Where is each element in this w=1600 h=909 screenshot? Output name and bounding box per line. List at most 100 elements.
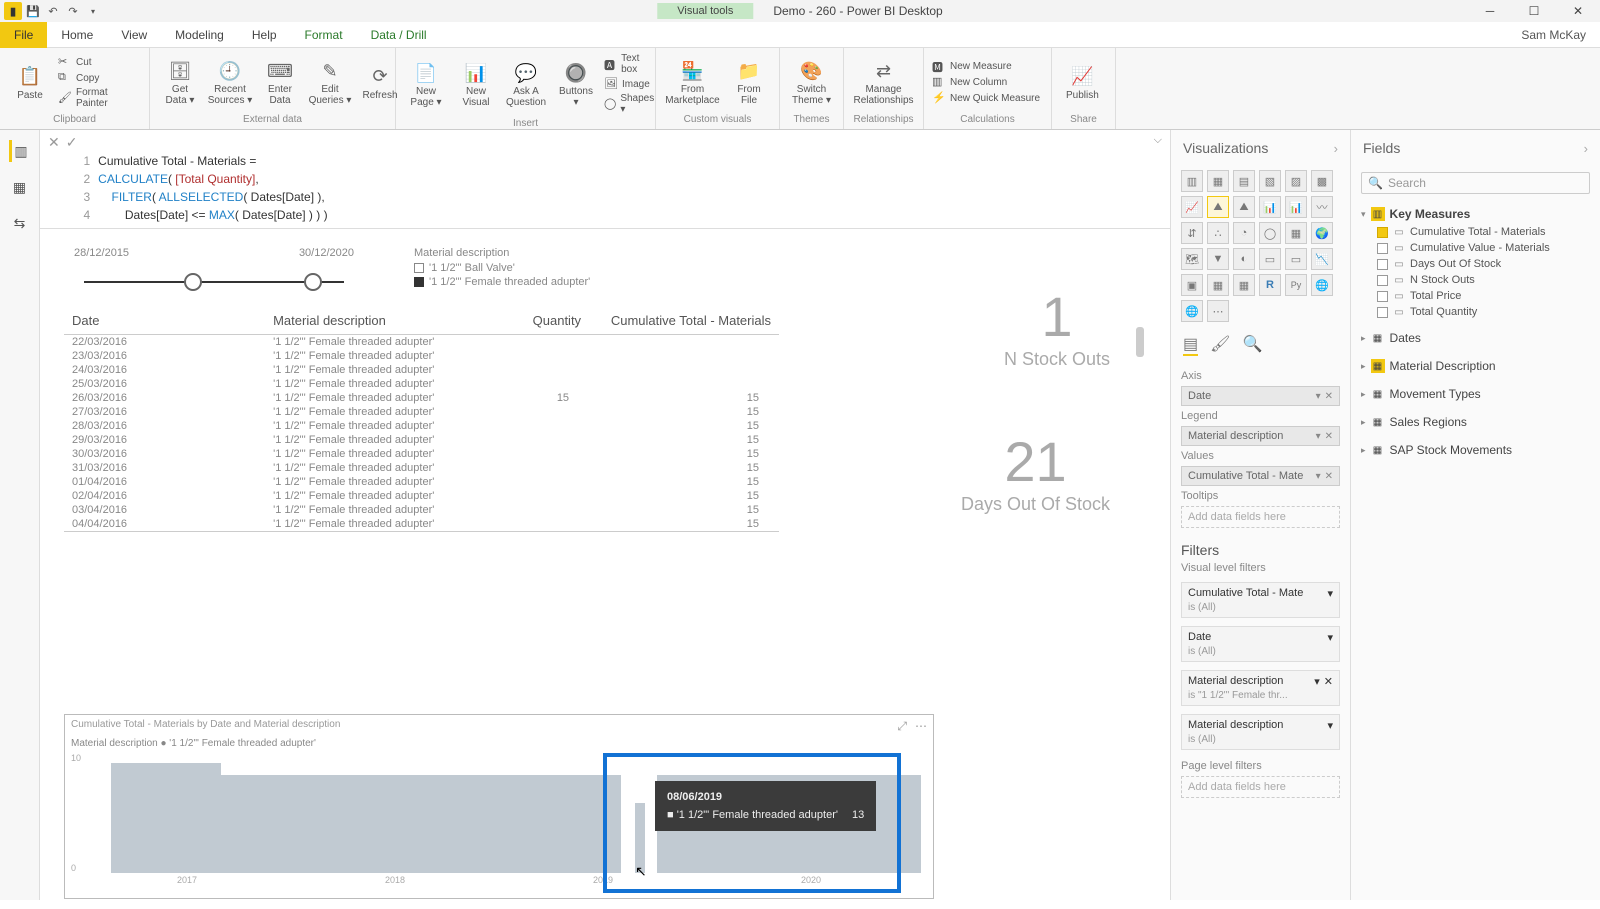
field-item[interactable]: ▭N Stock Outs: [1361, 272, 1590, 288]
line-chart-icon[interactable]: 📈: [1181, 196, 1203, 218]
table-row[interactable]: 22/03/2016'1 1/2"' Female threaded adupt…: [64, 335, 779, 350]
table-row[interactable]: 24/03/2016'1 1/2"' Female threaded adupt…: [64, 363, 779, 377]
view-tab[interactable]: View: [107, 22, 161, 48]
ribbon-chart-icon[interactable]: 〰: [1311, 196, 1333, 218]
area-chart-visual[interactable]: Cumulative Total - Materials by Date and…: [64, 714, 934, 899]
new-page-button[interactable]: 📄New Page ▾: [404, 58, 448, 110]
save-icon[interactable]: 💾: [24, 2, 42, 20]
table-row[interactable]: 31/03/2016'1 1/2"' Female threaded adupt…: [64, 461, 779, 475]
formula-bar[interactable]: ✕ ✓ 1Cumulative Total - Materials = 2CAL…: [40, 130, 1170, 229]
more-options-icon[interactable]: ⋯: [915, 719, 927, 734]
tooltips-drop[interactable]: Add data fields here: [1181, 506, 1340, 528]
new-quick-measure-button[interactable]: ⚡New Quick Measure: [932, 90, 1040, 106]
home-tab[interactable]: Home: [47, 22, 107, 48]
format-tab[interactable]: Format: [291, 22, 357, 48]
new-measure-button[interactable]: 🅼New Measure: [932, 58, 1040, 74]
table-row[interactable]: 23/03/2016'1 1/2"' Female threaded adupt…: [64, 349, 779, 363]
recent-sources-button[interactable]: 🕘Recent Sources ▾: [208, 56, 252, 108]
table-header[interactable]: ▸▦Sales Regions: [1361, 412, 1590, 432]
visualization-gallery[interactable]: ▥ ▦ ▤ ▧ ▨ ▩ 📈 ⛰ ⛰ 📊 📊 〰 ⇵ ∴ ◔ ◯ ▦ 🌍 🗺 ▼ …: [1171, 166, 1350, 326]
table-row[interactable]: 02/04/2016'1 1/2"' Female threaded adupt…: [64, 489, 779, 503]
minimize-button[interactable]: ─: [1468, 0, 1512, 22]
r-visual-icon[interactable]: R: [1259, 274, 1281, 296]
collapse-vis-icon[interactable]: ›: [1334, 141, 1338, 156]
chevron-down-icon[interactable]: ▾: [1327, 587, 1333, 600]
table-header[interactable]: ▸▦SAP Stock Movements: [1361, 440, 1590, 460]
chevron-down-icon[interactable]: ▾: [1314, 675, 1320, 688]
close-button[interactable]: ✕: [1556, 0, 1600, 22]
slicer-handle-start[interactable]: [184, 273, 202, 291]
line-stacked-icon[interactable]: 📊: [1259, 196, 1281, 218]
publish-button[interactable]: 📈Publish: [1060, 62, 1105, 103]
table-row[interactable]: 28/03/2016'1 1/2"' Female threaded adupt…: [64, 419, 779, 433]
manage-relationships-button[interactable]: ⇄Manage Relationships: [852, 56, 915, 108]
table-row[interactable]: 25/03/2016'1 1/2"' Female threaded adupt…: [64, 377, 779, 391]
textbox-button[interactable]: 🅰Text box: [604, 52, 656, 76]
stacked-column-icon[interactable]: ▦: [1207, 170, 1229, 192]
table-header[interactable]: ▸▦Material Description: [1361, 356, 1590, 376]
field-item[interactable]: ▭Days Out Of Stock: [1361, 256, 1590, 272]
buttons-button[interactable]: 🔘Buttons ▾: [554, 58, 598, 110]
maximize-button[interactable]: ☐: [1512, 0, 1556, 22]
table-row[interactable]: 03/04/2016'1 1/2"' Female threaded adupt…: [64, 503, 779, 517]
gauge-icon[interactable]: ◐: [1233, 248, 1255, 270]
new-column-button[interactable]: ▥New Column: [932, 74, 1040, 90]
kpi-icon[interactable]: 📉: [1311, 248, 1333, 270]
collapse-fields-icon[interactable]: ›: [1584, 141, 1588, 156]
axis-field[interactable]: Date▾✕: [1181, 386, 1340, 406]
redo-icon[interactable]: ↷: [64, 2, 82, 20]
line-clustered-icon[interactable]: 📊: [1285, 196, 1307, 218]
from-marketplace-button[interactable]: 🏪From Marketplace: [664, 56, 721, 108]
chevron-down-icon[interactable]: ▾: [1316, 471, 1321, 482]
legend-field[interactable]: Material description▾✕: [1181, 426, 1340, 446]
map-icon[interactable]: 🌍: [1311, 222, 1333, 244]
col-date[interactable]: Date: [64, 307, 265, 335]
shapes-button[interactable]: ◯Shapes ▾: [604, 92, 656, 116]
treemap-icon[interactable]: ▦: [1285, 222, 1307, 244]
page-filters-drop[interactable]: Add data fields here: [1181, 776, 1340, 798]
table-row[interactable]: 01/04/2016'1 1/2"' Female threaded adupt…: [64, 475, 779, 489]
paste-button[interactable]: 📋Paste: [8, 62, 52, 103]
analytics-well-icon[interactable]: 🔍: [1242, 334, 1262, 356]
py-visual-icon[interactable]: Py: [1285, 274, 1307, 296]
table-row[interactable]: 30/03/2016'1 1/2"' Female threaded adupt…: [64, 447, 779, 461]
new-visual-button[interactable]: 📊New Visual: [454, 58, 498, 110]
key-measures-table[interactable]: ▾▥Key Measures: [1361, 204, 1590, 224]
fields-search[interactable]: 🔍Search: [1361, 172, 1590, 194]
username-label[interactable]: Sam McKay: [1507, 28, 1600, 42]
kpi-days-out[interactable]: 21 Days Out Of Stock: [961, 434, 1110, 515]
donut-icon[interactable]: ◯: [1259, 222, 1281, 244]
chevron-down-icon[interactable]: ▾: [1327, 631, 1333, 644]
from-file-button[interactable]: 📁From File: [727, 56, 771, 108]
field-item[interactable]: ▭Cumulative Value - Materials: [1361, 240, 1590, 256]
format-painter-button[interactable]: 🖌Format Painter: [58, 86, 141, 110]
values-field[interactable]: Cumulative Total - Mate▾✕: [1181, 466, 1340, 486]
copy-button[interactable]: ⧉Copy: [58, 70, 141, 86]
material-legend-slicer[interactable]: Material description '1 1/2"' Ball Valve…: [414, 247, 590, 299]
qat-dropdown-icon[interactable]: ▾: [84, 2, 102, 20]
remove-field-icon[interactable]: ✕: [1325, 471, 1333, 482]
hundred-bar-icon[interactable]: ▨: [1285, 170, 1307, 192]
clustered-column-icon[interactable]: ▧: [1259, 170, 1281, 192]
filled-map-icon[interactable]: 🗺: [1181, 248, 1203, 270]
get-data-button[interactable]: 🗄Get Data ▾: [158, 56, 202, 108]
arcgis-icon[interactable]: 🌐: [1311, 274, 1333, 296]
edit-queries-button[interactable]: ✎Edit Queries ▾: [308, 56, 352, 108]
fields-well-icon[interactable]: ▤: [1183, 334, 1198, 356]
table-row[interactable]: 27/03/2016'1 1/2"' Female threaded adupt…: [64, 405, 779, 419]
focus-mode-icon[interactable]: ⤢: [897, 719, 907, 734]
table-row[interactable]: 26/03/2016'1 1/2"' Female threaded adupt…: [64, 391, 779, 405]
image-button[interactable]: 🖼Image: [604, 76, 656, 92]
chevron-down-icon[interactable]: ▾: [1316, 431, 1321, 442]
stacked-bar-icon[interactable]: ▥: [1181, 170, 1203, 192]
formula-cancel-icon[interactable]: ✕: [48, 134, 60, 151]
enter-data-button[interactable]: ⌨Enter Data: [258, 56, 302, 108]
pie-icon[interactable]: ◔: [1233, 222, 1255, 244]
waterfall-icon[interactable]: ⇵: [1181, 222, 1203, 244]
table-row[interactable]: 04/04/2016'1 1/2"' Female threaded adupt…: [64, 517, 779, 532]
field-item[interactable]: ▭Total Quantity: [1361, 304, 1590, 320]
switch-theme-button[interactable]: 🎨Switch Theme ▾: [788, 56, 835, 108]
funnel-icon[interactable]: ▼: [1207, 248, 1229, 270]
table-scrollbar[interactable]: [1134, 307, 1146, 537]
col-quantity[interactable]: Quantity: [483, 307, 589, 335]
